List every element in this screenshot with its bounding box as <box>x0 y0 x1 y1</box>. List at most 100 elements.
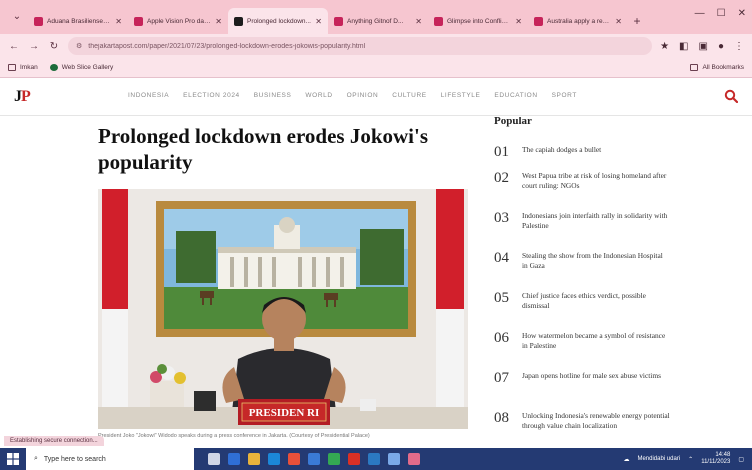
nav-item-election[interactable]: ELECTION 2024 <box>183 92 240 99</box>
browser-tab[interactable]: Anything Gitnof D... ✕ <box>328 8 428 34</box>
task-view-icon[interactable] <box>208 453 220 465</box>
bookmark-web-slice-gallery[interactable]: Web Slice Gallery <box>49 64 114 71</box>
clock[interactable]: 14:48 11/11/2023 <box>701 452 730 466</box>
nav-item-opinion[interactable]: OPINION <box>347 92 379 99</box>
reload-icon[interactable]: ↻ <box>48 41 60 52</box>
close-tab-icon[interactable]: ✕ <box>315 17 322 26</box>
all-bookmarks[interactable]: All Bookmarks <box>690 64 744 71</box>
store-icon[interactable] <box>228 453 240 465</box>
bookmark-star-icon[interactable]: ★ <box>660 41 669 52</box>
chrome-icon[interactable] <box>328 453 340 465</box>
browser-tab-active[interactable]: Prolonged lockdown... ✕ <box>228 8 328 34</box>
image-caption: President Joko "Jokowi" Widodo speaks du… <box>98 433 370 439</box>
popular-item[interactable]: 07 Japan opens hotline for male sex abus… <box>494 371 674 386</box>
globe-icon <box>49 64 58 71</box>
nav-item-lifestyle[interactable]: LIFESTYLE <box>441 92 481 99</box>
popular-title[interactable]: How watermelon became a symbol of resist… <box>522 331 670 351</box>
nav-item-world[interactable]: WORLD <box>305 92 332 99</box>
maximize-icon[interactable]: ☐ <box>717 8 726 19</box>
edge-icon[interactable] <box>268 453 280 465</box>
notifications-icon[interactable]: ▢ <box>738 456 744 463</box>
menu-icon[interactable]: ⋮ <box>734 41 744 52</box>
popular-item[interactable]: 03 Indonesians join interfaith rally in … <box>494 211 674 231</box>
network-icon[interactable]: ⌃ <box>688 456 693 463</box>
popular-item[interactable]: 08 Unlocking Indonesia's renewable energ… <box>494 411 674 431</box>
extensions-icon[interactable]: ◧ <box>679 41 688 52</box>
address-bar[interactable]: ⚙ thejakartapost.com/paper/2021/07/23/pr… <box>68 37 653 55</box>
tab-title: Glimpse into Conflict... <box>447 17 512 25</box>
popular-title[interactable]: Japan opens hotline for male sex abuse v… <box>522 371 670 386</box>
windows-start-button[interactable] <box>0 448 26 470</box>
taskbar-search-box[interactable]: ⌕ Type here to search <box>26 448 194 470</box>
new-tab-button[interactable]: + <box>628 8 646 34</box>
taskbar-search-placeholder: Type here to search <box>43 455 106 463</box>
browser-tab-strip: ⌄ Aduana Brasiliense ke... ✕ Apple Visio… <box>0 0 752 34</box>
weather-text[interactable]: Mendidabi udari <box>637 456 680 462</box>
logo-letter-p: P <box>21 88 31 105</box>
browser-tab[interactable]: Australia apply a rese... ✕ <box>528 8 628 34</box>
taskbar-apps <box>208 453 420 465</box>
popular-rank: 07 <box>494 370 509 386</box>
nav-item-business[interactable]: BUSINESS <box>254 92 292 99</box>
profile-icon[interactable]: ● <box>718 41 724 52</box>
popular-title[interactable]: Stealing the show from the Indonesian Ho… <box>522 251 670 271</box>
close-tab-icon[interactable]: ✕ <box>415 17 422 26</box>
nav-item-culture[interactable]: CULTURE <box>392 92 426 99</box>
popular-rank: 03 <box>494 210 509 226</box>
search-icon[interactable] <box>724 89 738 103</box>
word-icon[interactable] <box>368 453 380 465</box>
popular-rank: 01 <box>494 144 509 160</box>
popular-item[interactable]: 02 West Papua tribe at risk of losing ho… <box>494 171 674 191</box>
bookmark-label: Web Slice Gallery <box>61 64 114 71</box>
site-info-icon[interactable]: ⚙ <box>76 42 82 50</box>
site-logo[interactable]: JP <box>14 88 31 106</box>
office-icon[interactable] <box>288 453 300 465</box>
popular-item[interactable]: 04 Stealing the show from the Indonesian… <box>494 251 674 271</box>
popular-title[interactable]: West Papua tribe at risk of losing homel… <box>522 171 670 191</box>
browser-pink-icon[interactable] <box>408 453 420 465</box>
popular-title[interactable]: The capiah dodges a bullet <box>522 145 670 160</box>
browser-tab[interactable]: Apple Vision Pro dan... ✕ <box>128 8 228 34</box>
browser-status-bar: Establishing secure connection... <box>4 436 104 446</box>
nav-item-indonesia[interactable]: INDONESIA <box>128 92 169 99</box>
tab-title: Aduana Brasiliense ke... <box>47 17 112 25</box>
tab-favicon <box>334 16 343 26</box>
nav-item-sport[interactable]: SPORT <box>552 92 577 99</box>
popular-title[interactable]: Chief justice faces ethics verdict, poss… <box>522 291 670 311</box>
url-text: thejakartapost.com/paper/2021/07/23/prol… <box>88 42 366 50</box>
close-tab-icon[interactable]: ✕ <box>615 17 622 26</box>
popular-item[interactable]: 05 Chief justice faces ethics verdict, p… <box>494 291 674 311</box>
bookmark-imkan[interactable]: Imkan <box>8 64 38 71</box>
weather-icon[interactable]: ☁ <box>623 456 629 463</box>
popular-rank: 08 <box>494 410 509 426</box>
pdf-icon[interactable] <box>348 453 360 465</box>
tab-favicon <box>534 16 543 26</box>
popular-item[interactable]: 01 The capiah dodges a bullet <box>494 145 674 160</box>
nav-item-education[interactable]: EDUCATION <box>494 92 537 99</box>
site-header: JP INDONESIA ELECTION 2024 BUSINESS WORL… <box>0 78 752 116</box>
file-explorer-icon[interactable] <box>248 453 260 465</box>
back-icon[interactable]: ← <box>8 41 20 52</box>
minimize-icon[interactable]: — <box>695 8 705 19</box>
close-tab-icon[interactable]: ✕ <box>115 17 122 26</box>
article-headline: Prolonged lockdown erodes Jokowi's popul… <box>98 124 429 174</box>
popular-title[interactable]: Unlocking Indonesia's renewable energy p… <box>522 411 670 431</box>
bookmark-label: Imkan <box>20 64 38 71</box>
popular-item[interactable]: 06 How watermelon became a symbol of res… <box>494 331 674 351</box>
clock-time: 14:48 <box>715 452 731 458</box>
tab-search-icon[interactable]: ⌄ <box>6 6 28 28</box>
close-tab-icon[interactable]: ✕ <box>215 17 222 26</box>
browser-tab[interactable]: Aduana Brasiliense ke... ✕ <box>28 8 128 34</box>
tab-title: Apple Vision Pro dan... <box>147 17 212 25</box>
forward-icon[interactable]: → <box>28 41 40 52</box>
sidebar-icon[interactable]: ▣ <box>699 41 708 52</box>
tab-favicon <box>34 16 43 26</box>
popular-title[interactable]: Indonesians join interfaith rally in sol… <box>522 211 670 231</box>
photos-icon[interactable] <box>388 453 400 465</box>
browser-tab[interactable]: Glimpse into Conflict... ✕ <box>428 8 528 34</box>
close-window-icon[interactable]: ✕ <box>738 8 746 19</box>
mail-icon[interactable] <box>308 453 320 465</box>
logo-letter-j: J <box>14 88 22 105</box>
close-tab-icon[interactable]: ✕ <box>515 17 522 26</box>
tab-favicon <box>134 16 143 26</box>
